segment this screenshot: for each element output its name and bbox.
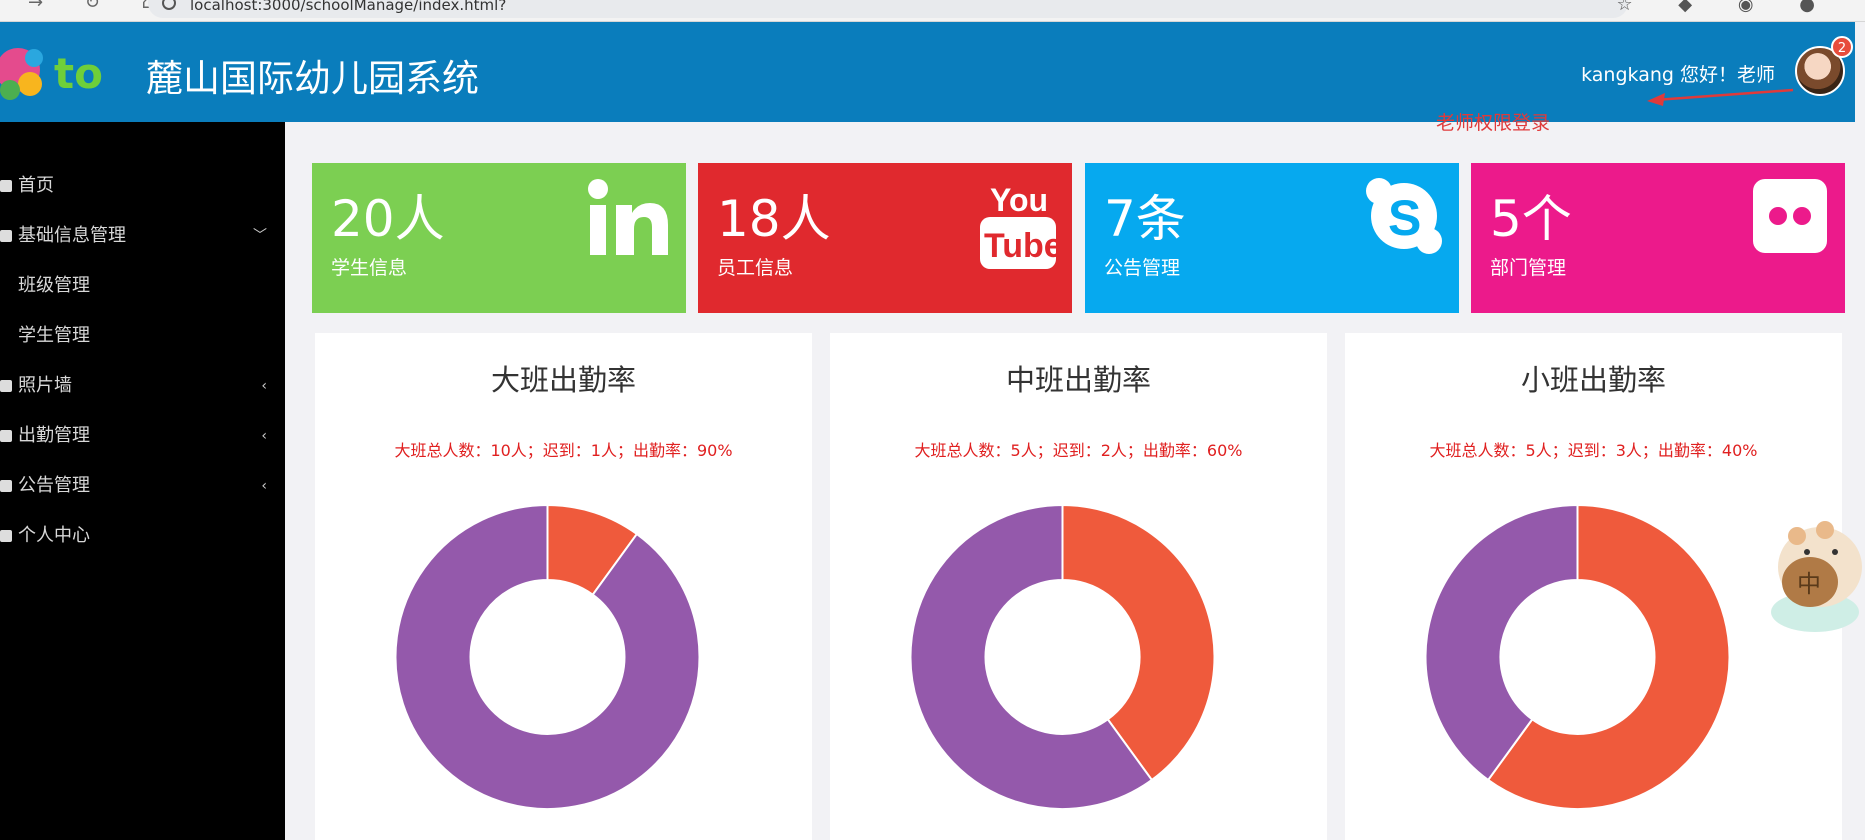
svg-text:S: S — [1388, 190, 1421, 246]
donut-chart[interactable] — [880, 474, 1245, 840]
chart-info: 大班总人数：5人；迟到：3人；出勤率：40% — [1429, 441, 1758, 460]
sidebar-item-label: 学生管理 — [18, 325, 90, 346]
site-info-icon[interactable] — [162, 0, 176, 10]
attendance-card-middle: 中班出勤率 大班总人数：5人；迟到：2人；出勤率：60% — [830, 333, 1327, 840]
sidebar-item-label: 照片墙 — [18, 375, 72, 396]
youtube-icon: You Tube — [980, 182, 1056, 269]
annotation-text: 老师权限登录 — [1436, 112, 1551, 134]
hamster-mascot-icon[interactable]: 中 — [1765, 512, 1865, 642]
stat-value: 18人 — [717, 190, 831, 248]
chart-info: 大班总人数：5人；迟到：2人；出勤率：60% — [914, 441, 1243, 460]
sidebar-item-label: 班级管理 — [18, 275, 90, 296]
chart-info: 大班总人数：10人；迟到：1人；出勤率：90% — [394, 441, 733, 460]
sidebar-item-notices[interactable]: 公告管理 ‹ — [0, 466, 285, 506]
chevron-left-icon: ‹ — [261, 428, 267, 444]
svg-text:to: to — [54, 49, 103, 98]
flask-icon — [0, 430, 12, 442]
sidebar-item-label: 基础信息管理 — [18, 225, 126, 246]
sidebar-item-basic-info[interactable]: 基础信息管理 ﹀ — [0, 216, 285, 256]
attendance-card-large: 大班出勤率 大班总人数：10人；迟到：1人；出勤率：90% — [315, 333, 812, 840]
donut-chart[interactable] — [365, 474, 730, 840]
stat-label: 员工信息 — [717, 257, 794, 279]
chart-title: 大班出勤率 — [490, 363, 636, 397]
extension-icons[interactable]: ☆ ◆ ◉ ● — [1616, 0, 1835, 15]
chevron-down-icon: ﹀ — [253, 228, 267, 244]
sidebar-item-profile[interactable]: 个人中心 — [0, 516, 285, 556]
stat-value: 5个 — [1490, 190, 1572, 248]
stat-card-notices[interactable]: 7条 公告管理 S — [1085, 163, 1459, 313]
top-header: to 麓山国际幼儿园系统 kangkang 您好！老师 2 — [0, 22, 1855, 122]
user-greeting[interactable]: kangkang 您好！老师 — [1581, 60, 1775, 87]
sitemap-icon — [0, 530, 12, 542]
stat-card-students[interactable]: 20人 学生信息 — [312, 163, 686, 313]
skype-icon: S — [1366, 178, 1442, 254]
chevron-left-icon: ‹ — [261, 478, 267, 494]
annotation-arrow-icon — [1647, 88, 1794, 106]
stat-card-staff[interactable]: 18人 员工信息 You Tube — [698, 163, 1072, 313]
dashboard-icon — [0, 180, 12, 192]
monitor-icon — [0, 230, 12, 242]
browser-toolbar: → ↻ ⌂ localhost:3000/schoolManage/index.… — [0, 0, 1865, 22]
sidebar: 首页 基础信息管理 ﹀ 班级管理 学生管理 照片墙 ‹ 出勤管理 ‹ 公告管理 … — [0, 122, 285, 840]
stat-value: 20人 — [331, 190, 445, 248]
sidebar-item-label: 出勤管理 — [18, 425, 90, 446]
sidebar-item-class-manage[interactable]: 班级管理 — [0, 266, 285, 306]
svg-text:Tube: Tube — [984, 227, 1056, 265]
url-text[interactable]: localhost:3000/schoolManage/index.html? — [190, 0, 506, 14]
flickr-icon — [1753, 179, 1827, 253]
svg-text:You: You — [990, 182, 1048, 218]
app-logo[interactable]: to — [0, 32, 125, 112]
sidebar-item-label: 公告管理 — [18, 475, 90, 496]
sidebar-item-label: 首页 — [18, 175, 54, 196]
sidebar-item-label: 个人中心 — [18, 525, 90, 546]
svg-text:中: 中 — [1797, 570, 1821, 598]
sidebar-item-student-manage[interactable]: 学生管理 — [0, 316, 285, 356]
stat-card-departments[interactable]: 5个 部门管理 — [1471, 163, 1845, 313]
sidebar-item-home[interactable]: 首页 — [0, 166, 285, 206]
stat-label: 部门管理 — [1490, 257, 1567, 279]
address-bar[interactable]: localhost:3000/schoolManage/index.html? — [148, 0, 1628, 18]
sidebar-item-photo-wall[interactable]: 照片墙 ‹ — [0, 366, 285, 406]
notification-badge[interactable]: 2 — [1831, 36, 1853, 58]
sidebar-item-attendance[interactable]: 出勤管理 ‹ — [0, 416, 285, 456]
chevron-left-icon: ‹ — [261, 378, 267, 394]
donut-chart[interactable] — [1395, 474, 1760, 840]
stat-label: 学生信息 — [331, 257, 408, 279]
linkedin-icon — [588, 179, 668, 255]
table-icon — [0, 480, 12, 492]
stat-label: 公告管理 — [1104, 257, 1181, 279]
image-icon — [0, 380, 12, 392]
page-title: 麓山国际幼儿园系统 — [146, 57, 479, 100]
chart-title: 小班出勤率 — [1520, 363, 1666, 397]
chart-title: 中班出勤率 — [1005, 363, 1151, 397]
donut-slice-出勤[interactable] — [394, 503, 701, 810]
stat-value: 7条 — [1104, 190, 1186, 248]
